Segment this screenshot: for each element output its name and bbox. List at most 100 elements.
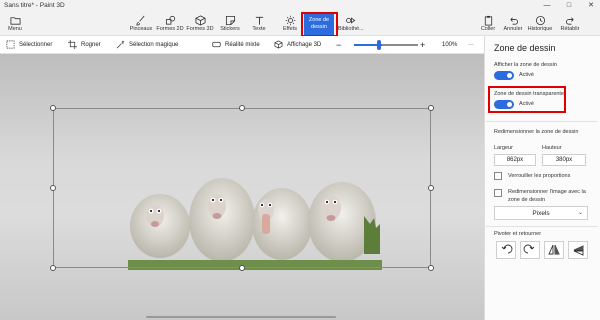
tool-effects[interactable]: Effets: [280, 12, 300, 36]
select-label: Sélectionner: [19, 42, 53, 49]
redo-icon: [565, 17, 574, 25]
tool-label: Pinceaux: [129, 26, 153, 32]
resize-canvas-label: Redimensionner la zone de dessin: [494, 129, 579, 135]
canvas-resize-handle[interactable]: [428, 265, 434, 271]
canvas-resize-handle[interactable]: [239, 105, 245, 111]
height-label: Hauteur: [542, 145, 562, 151]
view-3d-button[interactable]: Affichage 3D: [274, 40, 321, 50]
mixed-reality-icon: [212, 41, 221, 48]
width-label: Largeur: [494, 145, 513, 151]
text-icon: [255, 16, 263, 25]
folder-icon: [10, 17, 20, 25]
clipboard-icon: [484, 15, 492, 26]
sticker-icon: [225, 15, 235, 26]
tool-label: Formes 2D: [156, 26, 184, 32]
main-toolbar: Menu Pinceaux Formes 2D Formes 3D Sticke…: [0, 12, 600, 36]
redo-label: Rétablir: [560, 26, 580, 32]
show-canvas-state: Activé: [519, 72, 534, 78]
show-canvas-label: Afficher la zone de dessin: [494, 62, 557, 68]
menu-label: Menu: [8, 26, 22, 32]
rotate-right-button[interactable]: [520, 241, 540, 259]
canvas-resize-handle[interactable]: [239, 265, 245, 271]
paste-button[interactable]: Coller: [478, 12, 498, 36]
horizontal-scrollbar[interactable]: [146, 316, 336, 318]
tool-label: Effets: [283, 26, 297, 32]
undo-button[interactable]: Annuler: [502, 12, 524, 36]
height-input[interactable]: 380px: [542, 154, 586, 166]
zoom-slider-thumb[interactable]: [377, 40, 381, 50]
chevron-down-icon: ⌄: [577, 210, 583, 216]
rotate-left-button[interactable]: [496, 241, 516, 259]
redo-button[interactable]: Rétablir: [556, 12, 584, 36]
canvas-resize-handle[interactable]: [50, 105, 56, 111]
tool-label: Stickers: [220, 26, 240, 32]
tool-label: Texte: [252, 26, 266, 32]
flip-vertical-icon: [548, 244, 560, 255]
maximize-button[interactable]: □: [560, 0, 578, 12]
select-button[interactable]: Sélectionner: [6, 40, 52, 50]
select-icon: [6, 40, 15, 49]
mixed-reality-label: Réalité mixte: [225, 42, 260, 49]
view-3d-label: Affichage 3D: [287, 42, 322, 49]
rotate-right-icon: [523, 244, 535, 254]
divider: [486, 226, 598, 227]
flip-horizontal-icon: [573, 245, 584, 256]
menu-button[interactable]: Menu: [4, 12, 26, 36]
tool-library[interactable]: Bibliothè...: [338, 12, 364, 36]
panel-title: Zone de dessin: [494, 43, 556, 53]
rotate-flip-label: Pivoter et retourner: [494, 231, 542, 237]
title-bar: Sans titre* - Paint 3D — □ ✕: [0, 0, 600, 12]
tool-label: Bibliothè...: [338, 26, 364, 32]
canvas-boundary[interactable]: [53, 108, 431, 268]
highlight-canvas-tool: [301, 12, 338, 37]
minimize-button[interactable]: —: [538, 0, 556, 12]
window-title: Sans titre* - Paint 3D: [4, 2, 65, 9]
tool-label: Formes 3D: [186, 26, 214, 32]
cube-icon: [195, 15, 205, 26]
history-button[interactable]: Historique: [526, 12, 554, 36]
tool-brushes[interactable]: Pinceaux: [128, 12, 154, 36]
tool-stickers[interactable]: Stickers: [217, 12, 243, 36]
undo-label: Annuler: [503, 26, 523, 32]
more-button[interactable]: ···: [468, 40, 474, 50]
view-3d-icon: [274, 40, 283, 49]
lock-ratio-checkbox[interactable]: [494, 172, 502, 180]
close-button[interactable]: ✕: [582, 0, 600, 12]
tool-text[interactable]: Texte: [248, 12, 270, 36]
unit-dropdown[interactable]: Pixels ⌄: [494, 206, 588, 220]
flip-vertical-button[interactable]: [544, 241, 564, 259]
show-canvas-toggle[interactable]: [494, 71, 514, 80]
zoom-level: 100%: [442, 42, 458, 48]
lock-ratio-label: Verrouiller les proportions: [508, 173, 571, 179]
sun-icon: [285, 15, 295, 26]
canvas-resize-handle[interactable]: [428, 105, 434, 111]
crop-icon: [68, 40, 77, 49]
unit-value: Pixels: [532, 210, 550, 217]
width-input[interactable]: 862px: [494, 154, 536, 166]
flip-horizontal-button[interactable]: [568, 241, 588, 259]
shapes-2d-icon: [165, 15, 175, 25]
mixed-reality-button[interactable]: Réalité mixte: [212, 40, 260, 50]
canvas-resize-handle[interactable]: [428, 185, 434, 191]
tool-shapes-3d[interactable]: Formes 3D: [186, 12, 214, 36]
zoom-in-button[interactable]: +: [420, 40, 425, 50]
crop-label: Rogner: [81, 42, 101, 49]
history-label: Historique: [527, 26, 553, 32]
resize-image-label-line1: Redimensionner l'image avec la: [508, 189, 586, 195]
magic-select-button[interactable]: Sélection magique: [116, 40, 178, 50]
canvas-resize-handle[interactable]: [50, 185, 56, 191]
zoom-out-button[interactable]: −: [336, 40, 341, 50]
crop-button[interactable]: Rogner: [68, 40, 101, 50]
zoom-slider-track[interactable]: [354, 44, 418, 46]
paste-label: Coller: [480, 26, 496, 32]
divider: [486, 121, 598, 122]
magic-select-label: Sélection magique: [129, 42, 179, 49]
tool-shapes-2d[interactable]: Formes 2D: [156, 12, 184, 36]
highlight-transparent-option: [488, 86, 566, 113]
magic-wand-icon: [116, 40, 125, 49]
undo-icon: [509, 17, 518, 25]
history-icon: [535, 15, 545, 26]
brush-icon: [136, 15, 145, 26]
canvas-resize-handle[interactable]: [50, 265, 56, 271]
resize-image-checkbox[interactable]: [494, 189, 502, 197]
